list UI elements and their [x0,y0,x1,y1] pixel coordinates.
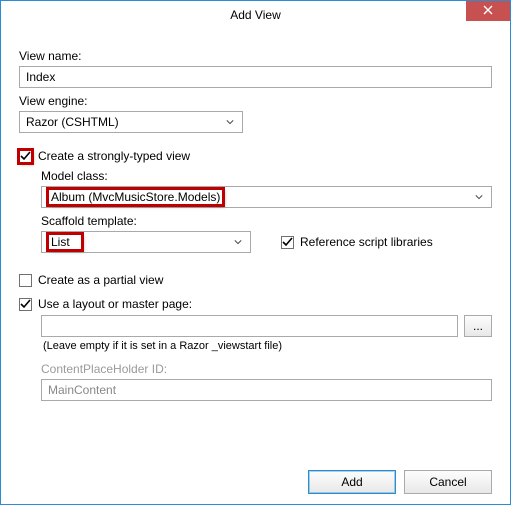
layout-hint: (Leave empty if it is set in a Razor _vi… [43,340,492,352]
model-class-combo[interactable]: Album (MvcMusicStore.Models) [41,186,492,208]
contentplaceholder-label: ContentPlaceHolder ID: [41,362,492,376]
titlebar: Add View [1,1,510,29]
scaffold-template-combo[interactable]: List [41,231,251,253]
add-button[interactable]: Add [308,470,396,494]
dialog-body: View name: View engine: Razor (CSHTML) C… [1,29,510,411]
browse-label: ... [473,319,483,333]
layout-section: ... (Leave empty if it is set in a Razor… [41,315,492,401]
strongly-typed-checkbox[interactable] [19,150,32,163]
strongly-typed-label: Create a strongly-typed view [38,149,190,163]
view-name-label: View name: [19,49,492,63]
partial-view-checkbox[interactable] [19,274,32,287]
view-name-input[interactable] [19,66,492,88]
check-icon [20,299,31,310]
reference-scripts-label: Reference script libraries [300,235,433,249]
chevron-down-icon [471,190,487,204]
use-layout-checkbox[interactable] [19,298,32,311]
chevron-down-icon [230,235,246,249]
strongly-typed-section: Model class: Album (MvcMusicStore.Models… [41,169,492,253]
close-button[interactable] [466,1,510,21]
cancel-button-label: Cancel [429,475,466,489]
contentplaceholder-input [41,379,492,401]
add-button-label: Add [341,475,362,489]
close-icon [483,4,493,18]
check-icon [20,151,31,162]
scaffold-template-value: List [48,234,82,250]
model-class-value: Album (MvcMusicStore.Models) [48,189,223,205]
model-class-label: Model class: [41,169,492,183]
view-engine-value: Razor (CSHTML) [26,115,119,129]
button-bar: Add Cancel [308,470,492,494]
chevron-down-icon [222,115,238,129]
view-engine-combo[interactable]: Razor (CSHTML) [19,111,243,133]
dialog-window: Add View View name: View engine: Razor (… [0,0,511,505]
layout-path-input[interactable] [41,315,458,337]
partial-view-label: Create as a partial view [38,273,163,287]
reference-scripts-checkbox[interactable] [281,236,294,249]
view-engine-label: View engine: [19,94,492,108]
use-layout-label: Use a layout or master page: [38,297,192,311]
check-icon [282,237,293,248]
cancel-button[interactable]: Cancel [404,470,492,494]
scaffold-template-label: Scaffold template: [41,214,492,228]
window-title: Add View [230,8,280,22]
browse-button[interactable]: ... [464,315,492,337]
